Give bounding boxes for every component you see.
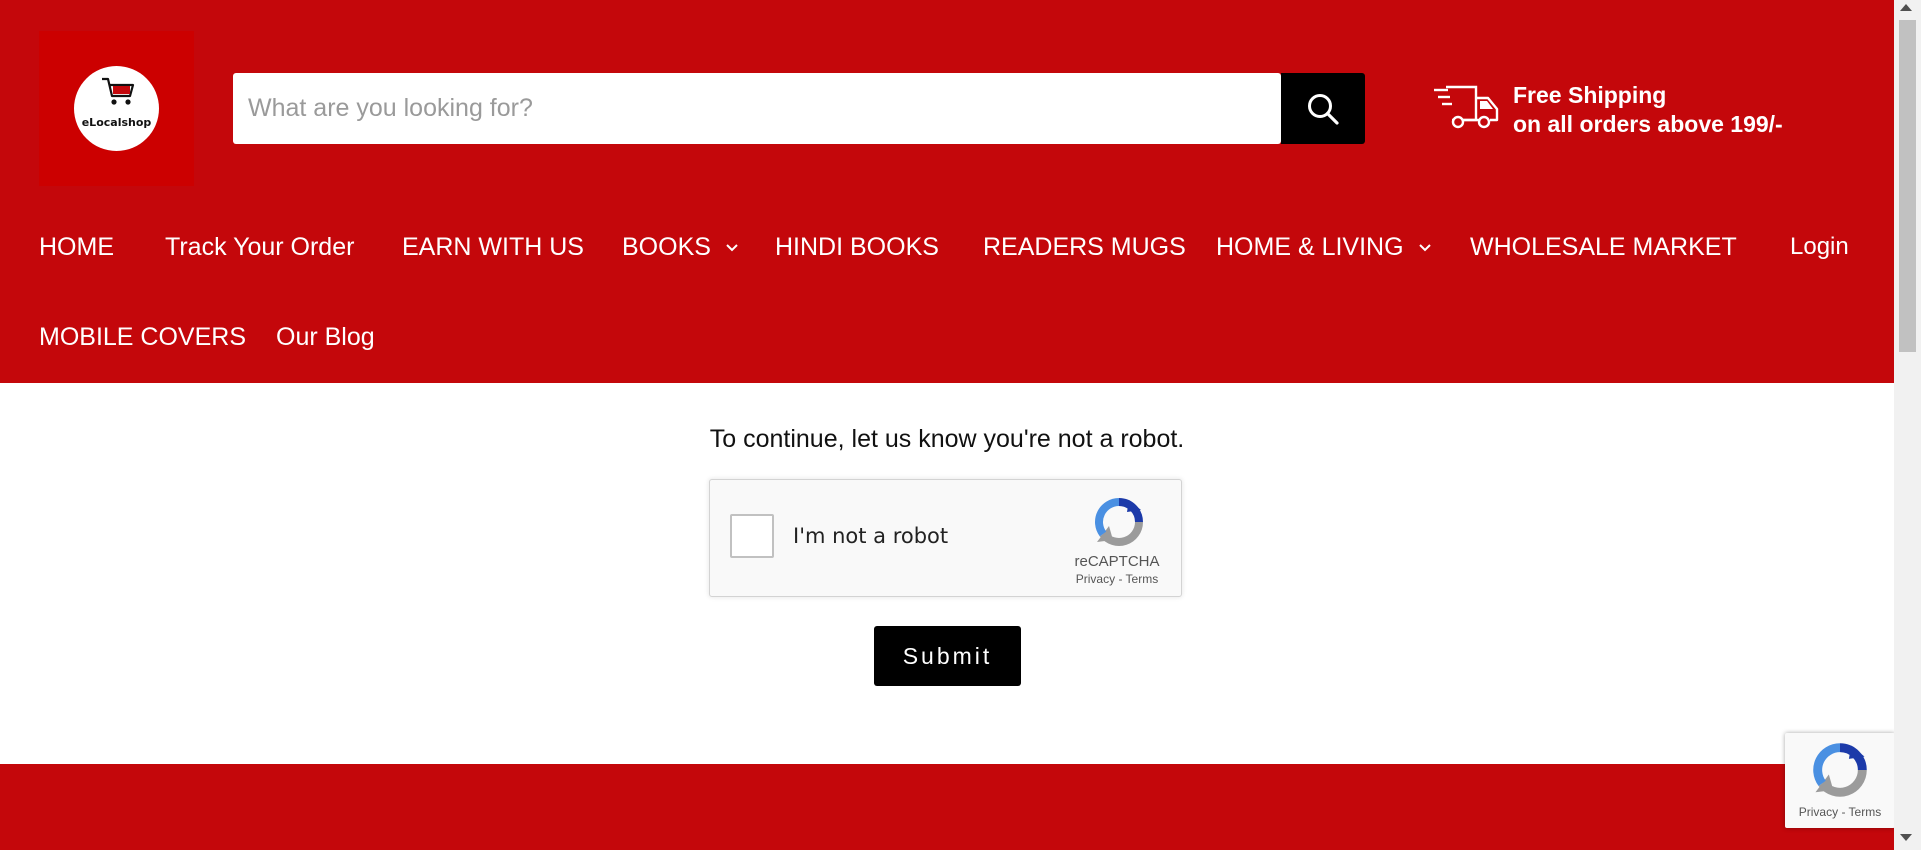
- nav-item-label: WHOLESALE MARKET: [1470, 233, 1737, 261]
- recaptcha-icon: [1095, 498, 1143, 546]
- site-logo[interactable]: eLocalshop: [39, 31, 194, 186]
- recaptcha-brand: reCAPTCHA: [1074, 553, 1160, 570]
- robot-check-prompt: To continue, let us know you're not a ro…: [709, 425, 1185, 453]
- recaptcha-icon: [1813, 743, 1867, 797]
- shipping-subtitle: on all orders above 199/-: [1513, 111, 1783, 137]
- robot-checkbox-label: I'm not a robot: [793, 524, 949, 548]
- robot-checkbox[interactable]: [730, 514, 774, 558]
- nav-item-hindi-books[interactable]: HINDI BOOKS: [775, 233, 939, 262]
- nav-item-track-order[interactable]: Track Your Order: [165, 233, 354, 262]
- nav-item-mobile-covers[interactable]: MOBILE COVERS: [39, 323, 246, 352]
- nav-item-wholesale-market[interactable]: WHOLESALE MARKET: [1470, 233, 1737, 262]
- badge-links[interactable]: Privacy - Terms: [1785, 805, 1895, 819]
- search-icon: [1308, 93, 1339, 125]
- nav-item-label: HOME: [39, 233, 114, 261]
- nav-item-earn-with-us[interactable]: EARN WITH US: [402, 233, 584, 262]
- nav-item-books[interactable]: BOOKS: [622, 233, 738, 262]
- chevron-down-icon: [726, 244, 738, 252]
- login-label: Login: [1790, 233, 1849, 260]
- recaptcha-widget: I'm not a robot reCAPTCHA Privacy - Term…: [709, 479, 1182, 597]
- scrollbar-thumb[interactable]: [1899, 20, 1916, 352]
- site-header: eLocalshop Free Shipping on all orders a…: [0, 0, 1894, 383]
- scroll-down-arrow-icon[interactable]: [1900, 834, 1912, 841]
- nav-item-readers-mugs[interactable]: READERS MUGS: [983, 233, 1186, 262]
- submit-button[interactable]: Submit: [874, 626, 1021, 686]
- shopping-cart-icon: [102, 77, 135, 105]
- nav-item-label: READERS MUGS: [983, 233, 1186, 261]
- nav-item-label: EARN WITH US: [402, 233, 584, 261]
- truck-icon: [1434, 85, 1499, 129]
- login-link[interactable]: Login: [1790, 233, 1849, 261]
- nav-item-our-blog[interactable]: Our Blog: [276, 323, 375, 352]
- recaptcha-links[interactable]: Privacy - Terms: [1060, 572, 1174, 586]
- logo-text: eLocalshop: [81, 116, 152, 129]
- chevron-down-icon: [1418, 244, 1431, 252]
- shipping-title: Free Shipping: [1513, 82, 1667, 108]
- site-footer: [0, 764, 1894, 850]
- nav-item-label: HOME & LIVING: [1216, 233, 1404, 261]
- nav-item-label: Track Your Order: [165, 233, 355, 261]
- nav-item-label: BOOKS: [622, 233, 711, 261]
- scroll-up-arrow-icon[interactable]: [1900, 4, 1912, 11]
- nav-item-home-living[interactable]: HOME & LIVING: [1216, 233, 1431, 262]
- recaptcha-badge[interactable]: Privacy - Terms: [1785, 733, 1895, 828]
- search-button[interactable]: [1281, 73, 1365, 144]
- nav-item-label: MOBILE COVERS: [39, 323, 246, 351]
- logo-badge: eLocalshop: [74, 66, 159, 151]
- search-input[interactable]: [233, 73, 1281, 144]
- search-box: [233, 73, 1281, 144]
- nav-item-home[interactable]: HOME: [39, 233, 114, 262]
- nav-item-label: Our Blog: [276, 323, 375, 351]
- nav-item-label: HINDI BOOKS: [775, 233, 939, 261]
